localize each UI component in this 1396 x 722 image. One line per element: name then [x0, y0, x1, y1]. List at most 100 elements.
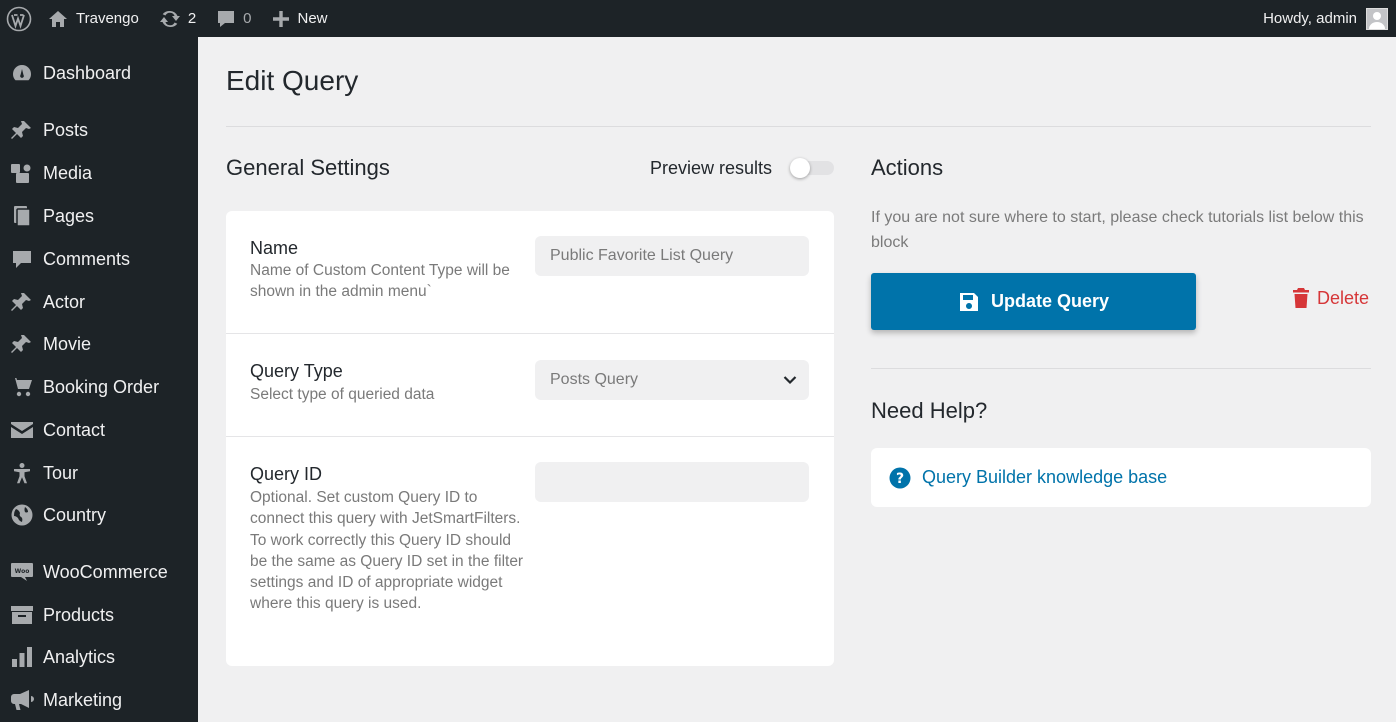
- sidebar-item-label: Analytics: [43, 646, 116, 667]
- query-type-field-description: Select type of queried data: [250, 386, 435, 403]
- general-settings-title: General Settings: [226, 155, 390, 180]
- query-id-field-title: Query ID: [250, 464, 323, 484]
- name-field-description: Name of Custom Content Type will be show…: [250, 262, 510, 301]
- sidebar-item-label: WooCommerce: [43, 561, 168, 582]
- query-type-selected-value: Posts Query: [550, 371, 639, 388]
- preview-results-label: Preview results: [650, 158, 773, 178]
- sidebar-item-posts[interactable]: Posts: [0, 110, 198, 150]
- sidebar-item-label: Comments: [43, 248, 131, 269]
- delete-label: Delete: [1317, 287, 1370, 308]
- sidebar-item-tour[interactable]: Tour: [0, 453, 198, 493]
- email-icon: [0, 420, 43, 440]
- pin-icon: [0, 333, 43, 355]
- sidebar-item-country[interactable]: Country: [0, 495, 198, 535]
- update-query-label: Update Query: [990, 291, 1110, 311]
- sidebar-item-booking-order[interactable]: Booking Order: [0, 367, 198, 407]
- page-title: Edit Query: [226, 65, 359, 96]
- sidebar-item-products[interactable]: Products: [0, 595, 198, 635]
- plus-icon: [272, 10, 289, 27]
- woo-icon: Woo: [0, 561, 43, 583]
- site-name-link[interactable]: Travengo: [40, 0, 149, 37]
- sidebar-item-label: Marketing: [43, 689, 123, 710]
- name-field-row: Name Name of Custom Content Type will be…: [226, 211, 834, 334]
- cart-icon: [0, 376, 43, 398]
- query-id-input[interactable]: [535, 462, 809, 502]
- query-type-field-title: Query Type: [250, 361, 343, 381]
- bar-chart-icon: [0, 646, 43, 668]
- chevron-down-icon: [783, 373, 797, 392]
- sidebar-item-label: Dashboard: [43, 62, 132, 83]
- query-type-field-row: Query Type Select type of queried data P…: [226, 334, 834, 437]
- main-content: Edit Query General Settings Preview resu…: [198, 37, 1396, 722]
- admin-sidebar: Dashboard Posts Media Pages Comments Act…: [0, 37, 198, 722]
- svg-text:?: ?: [896, 471, 904, 487]
- new-content-link[interactable]: New: [262, 0, 338, 37]
- sidebar-item-label: Movie: [43, 333, 92, 354]
- sidebar-item-movie[interactable]: Movie: [0, 324, 198, 364]
- updates-count: 2: [187, 10, 197, 27]
- sidebar-item-actor[interactable]: Actor: [0, 282, 198, 322]
- sidebar-item-pages[interactable]: Pages: [0, 196, 198, 236]
- wordpress-logo-icon[interactable]: [0, 0, 40, 37]
- sidebar-item-label: Actor: [43, 291, 86, 312]
- my-account-link[interactable]: Howdy, admin: [1263, 0, 1396, 37]
- sidebar-item-analytics[interactable]: Analytics: [0, 637, 198, 677]
- comment-icon: [218, 10, 235, 27]
- query-id-field-description: Optional. Set custom Query ID to connect…: [250, 489, 524, 613]
- updates-icon: [159, 10, 180, 27]
- home-icon: [49, 10, 67, 27]
- name-input[interactable]: Public Favorite List Query: [535, 236, 809, 276]
- update-query-button[interactable]: Update Query: [871, 273, 1196, 330]
- query-type-select[interactable]: Posts Query: [535, 360, 809, 400]
- trash-icon: [1293, 288, 1309, 308]
- media-icon: [0, 162, 43, 184]
- sidebar-item-media[interactable]: Media: [0, 153, 198, 193]
- name-field-title: Name: [250, 238, 299, 258]
- universal-access-icon: [0, 462, 43, 484]
- comment-icon: [0, 248, 43, 270]
- help-card: ? Query Builder knowledge base: [871, 448, 1371, 507]
- actions-title: Actions: [871, 155, 944, 180]
- new-label: New: [297, 10, 328, 27]
- megaphone-icon: [0, 688, 43, 712]
- sidebar-item-label: Tour: [43, 462, 79, 483]
- sidebar-item-marketing[interactable]: Marketing: [0, 680, 198, 720]
- sidebar-item-label: Posts: [43, 119, 89, 140]
- globe-icon: [0, 503, 43, 527]
- sidebar-item-label: Products: [43, 604, 115, 625]
- sidebar-item-label: Pages: [43, 205, 95, 226]
- sidebar-item-label: Contact: [43, 419, 106, 440]
- actions-help-text: If you are not sure where to start, plea…: [871, 209, 1364, 251]
- pages-icon: [0, 205, 43, 227]
- updates-link[interactable]: 2: [149, 0, 206, 37]
- toggle-knob: [790, 158, 810, 178]
- actions-divider: [871, 368, 1371, 369]
- sidebar-item-label: Booking Order: [43, 376, 160, 397]
- general-settings-card: Name Name of Custom Content Type will be…: [226, 211, 834, 666]
- admin-bar: Travengo 2 0 New Howdy, admin: [0, 0, 1396, 37]
- greeting: Howdy, admin: [1263, 10, 1357, 27]
- archive-icon: [0, 604, 43, 626]
- sidebar-item-woocommerce[interactable]: Woo WooCommerce: [0, 552, 198, 592]
- delete-button[interactable]: Delete: [1292, 287, 1369, 309]
- sidebar-item-dashboard[interactable]: Dashboard: [0, 53, 198, 93]
- sidebar-item-contact[interactable]: Contact: [0, 410, 198, 450]
- title-divider: [226, 126, 1371, 127]
- site-name: Travengo: [76, 10, 139, 27]
- comments-link[interactable]: 0: [206, 0, 261, 37]
- sidebar-item-label: Country: [43, 504, 107, 525]
- sidebar-item-comments[interactable]: Comments: [0, 239, 198, 279]
- pin-icon: [0, 291, 43, 313]
- pin-icon: [0, 119, 43, 141]
- need-help-title: Need Help?: [871, 398, 988, 423]
- save-icon: [959, 292, 978, 311]
- dashboard-icon: [0, 62, 43, 84]
- knowledge-base-link[interactable]: Query Builder knowledge base: [922, 467, 1167, 488]
- preview-results-toggle[interactable]: [790, 158, 834, 178]
- svg-text:Woo: Woo: [14, 568, 29, 575]
- avatar: [1366, 7, 1388, 30]
- help-icon: ?: [889, 467, 911, 488]
- comments-count: 0: [243, 10, 252, 27]
- sidebar-item-label: Media: [43, 162, 93, 183]
- query-id-field-row: Query ID Optional. Set custom Query ID t…: [226, 437, 834, 666]
